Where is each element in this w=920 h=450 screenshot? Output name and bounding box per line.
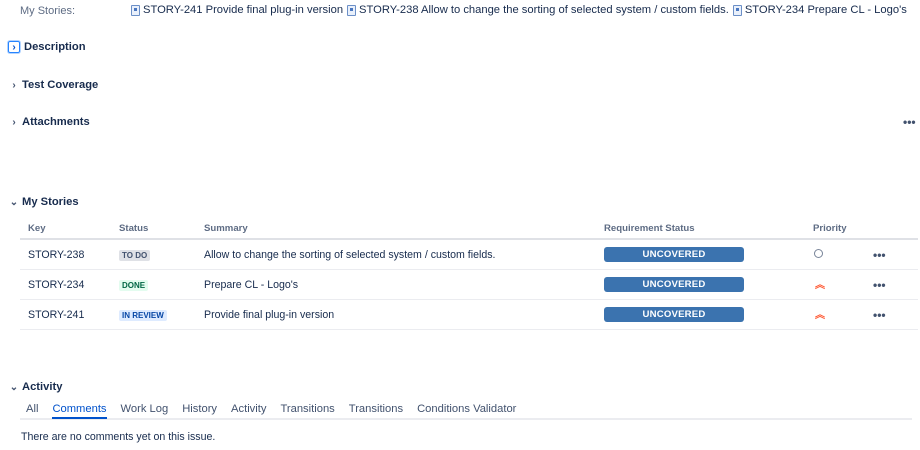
table-row[interactable]: STORY-241 IN REVIEW Provide final plug-i…: [20, 299, 918, 330]
row-more-button[interactable]: •••: [873, 308, 886, 322]
table-header-row: Key Status Summary Requirement Status Pr…: [20, 218, 918, 240]
story-key[interactable]: STORY-234: [20, 269, 111, 300]
my-stories-table: Key Status Summary Requirement Status Pr…: [20, 218, 918, 330]
story-link-241[interactable]: STORY-241 Provide final plug-in version: [131, 4, 343, 16]
column-header-key[interactable]: Key: [20, 218, 111, 240]
chevron-down-icon: ⌄: [9, 196, 19, 208]
story-link-text: STORY-241 Provide final plug-in version: [143, 4, 344, 16]
row-more-button[interactable]: •••: [873, 248, 886, 262]
section-title-test-coverage: Test Coverage: [22, 79, 99, 91]
tab-history[interactable]: History: [182, 403, 217, 419]
activity-section-toggle[interactable]: ⌄ Activity: [8, 381, 63, 393]
table-row[interactable]: STORY-234 DONE Prepare CL - Logo's UNCOV…: [20, 269, 918, 300]
tab-conditions-validator[interactable]: Conditions Validator: [417, 403, 516, 419]
status-badge: DONE: [119, 279, 149, 291]
attachments-more-button[interactable]: •••: [903, 115, 916, 129]
priority-highest-icon: ︽: [815, 309, 825, 321]
section-title-attachments: Attachments: [22, 116, 90, 128]
my-stories-field-label: My Stories:: [20, 5, 76, 17]
column-header-requirement-status[interactable]: Requirement Status: [596, 218, 805, 240]
story-summary[interactable]: Allow to change the sorting of selected …: [196, 239, 596, 270]
tab-transitions-2[interactable]: Transitions: [349, 403, 403, 419]
column-header-summary[interactable]: Summary: [196, 218, 596, 240]
chevron-right-icon: ›: [12, 116, 16, 128]
status-badge: TO DO: [119, 249, 151, 261]
test-coverage-section-toggle[interactable]: › Test Coverage: [8, 79, 98, 91]
story-summary[interactable]: Prepare CL - Logo's: [196, 269, 596, 300]
chevron-down-icon: ⌄: [9, 381, 19, 393]
story-link-234[interactable]: STORY-234 Prepare CL - Logo's: [732, 4, 907, 16]
priority-minor-icon: [814, 248, 823, 258]
column-header-actions: [873, 218, 918, 240]
tab-work-log[interactable]: Work Log: [121, 403, 169, 419]
chevron-right-icon: ›: [12, 79, 16, 91]
requirement-status-badge: UNCOVERED: [604, 277, 744, 292]
my-stories-links: STORY-241 Provide final plug-in version …: [131, 4, 911, 16]
my-stories-section-toggle[interactable]: ⌄ My Stories: [8, 196, 79, 208]
tab-all[interactable]: All: [26, 403, 38, 419]
column-header-status[interactable]: Status: [111, 218, 196, 240]
activity-tabs: All Comments Work Log History Activity T…: [26, 403, 530, 419]
section-title-my-stories: My Stories: [22, 196, 79, 208]
story-link-text: STORY-238 Allow to change the sorting of…: [359, 4, 729, 16]
story-link-text: STORY-234 Prepare CL - Logo's: [744, 4, 907, 16]
story-summary[interactable]: Provide final plug-in version: [196, 299, 596, 330]
column-header-priority[interactable]: Priority: [805, 218, 873, 240]
section-title-activity: Activity: [22, 381, 63, 393]
tab-activity[interactable]: Activity: [231, 403, 266, 419]
no-comments-message: There are no comments yet on this issue.: [21, 431, 216, 443]
story-icon: [131, 4, 140, 16]
story-icon: [732, 4, 742, 16]
tab-transitions[interactable]: Transitions: [280, 403, 334, 419]
chevron-right-icon: ›: [8, 41, 20, 53]
status-badge: IN REVIEW: [119, 309, 167, 321]
story-key[interactable]: STORY-241: [20, 299, 111, 330]
description-section-toggle[interactable]: › Description: [8, 41, 86, 53]
table-row[interactable]: STORY-238 TO DO Allow to change the sort…: [20, 239, 918, 270]
section-title-description: Description: [24, 41, 86, 53]
tab-comments[interactable]: Comments: [52, 403, 107, 419]
row-more-button[interactable]: •••: [873, 278, 886, 292]
requirement-status-badge: UNCOVERED: [604, 247, 744, 262]
story-key[interactable]: STORY-238: [20, 239, 111, 270]
story-link-238[interactable]: STORY-238 Allow to change the sorting of…: [347, 4, 729, 16]
story-icon: [347, 4, 357, 16]
priority-highest-icon: ︽: [815, 279, 825, 291]
requirement-status-badge: UNCOVERED: [604, 307, 744, 322]
attachments-section-toggle[interactable]: › Attachments: [8, 116, 90, 128]
